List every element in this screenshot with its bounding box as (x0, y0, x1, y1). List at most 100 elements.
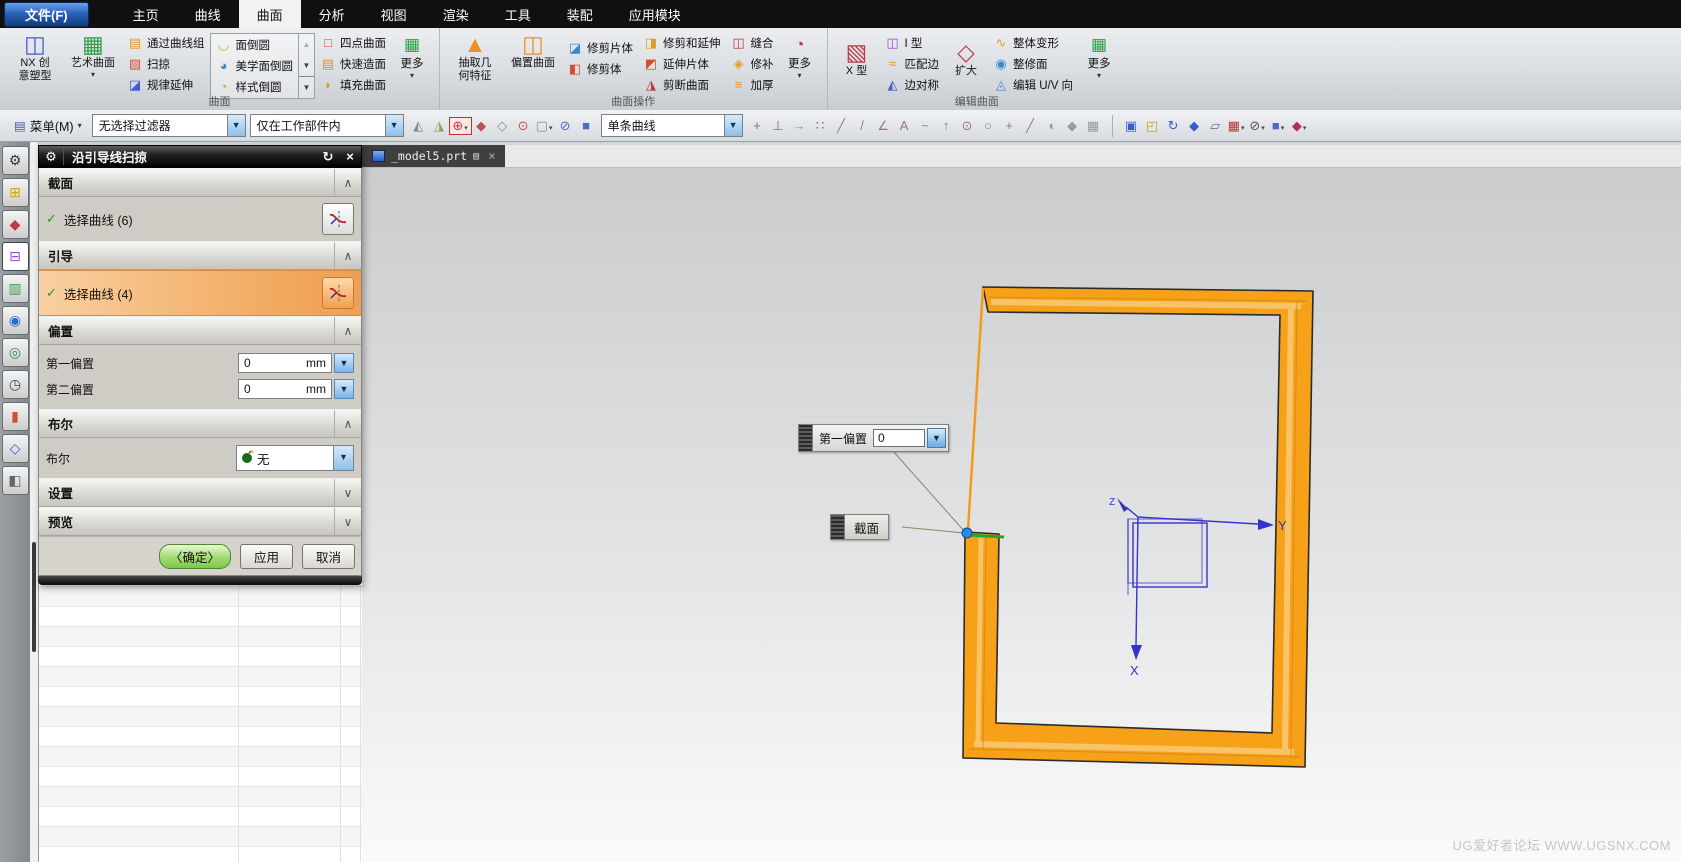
wireframe-icon[interactable]: ▱ (1205, 118, 1226, 134)
refit-face-button[interactable]: ◉ 整修面 (988, 53, 1078, 74)
tab-application[interactable]: 应用模块 (611, 0, 699, 28)
boolean-dropdown[interactable]: 无 ▼ (236, 445, 354, 471)
dialog-reset-icon[interactable]: ↻ (317, 149, 339, 165)
table-row[interactable] (39, 587, 363, 607)
system-materials-icon[interactable]: ▮ (1, 402, 29, 431)
extend-sheet-button[interactable]: ◩ 延伸片体 (638, 53, 726, 74)
snap-point-icon[interactable]: ⊕▾ (448, 116, 472, 135)
apply-button[interactable]: 应用 (239, 543, 293, 569)
section-tag[interactable]: 截面 (830, 514, 890, 540)
dialog-titlebar[interactable]: ⚙ 沿引导线扫掠 ↻ × (38, 145, 362, 168)
scrollbar-thumb[interactable] (32, 542, 36, 652)
edit-uv-button[interactable]: ◬ 编辑 U/V 向 (988, 74, 1078, 95)
fit-view-icon[interactable]: ▣ (1121, 118, 1142, 134)
preview-header[interactable]: 预览 ∨ (39, 507, 361, 536)
expand-chevron-icon[interactable]: ∨ (334, 508, 361, 535)
compass-icon[interactable]: ⊘ (555, 118, 576, 134)
law-extension-button[interactable]: ◪ 规律延伸 (122, 74, 210, 95)
settings-header[interactable]: 设置 ∨ (39, 478, 361, 507)
layout-icon[interactable]: ▦▾ (1226, 118, 1247, 134)
guide-curve[interactable] (966, 287, 985, 531)
curve-select-button[interactable] (322, 277, 354, 309)
web-browser-icon[interactable]: ◎ (1, 338, 29, 367)
dropdown-button-icon[interactable]: ▼ (384, 115, 403, 136)
shaded-icon[interactable]: ■▾ (1268, 118, 1289, 133)
patch-button[interactable]: ◈ 修补 (726, 53, 779, 74)
table-row[interactable] (39, 727, 363, 747)
studio-surface-button[interactable]: ▦ 艺术曲面 ▾ (64, 29, 122, 79)
table-row[interactable] (39, 627, 363, 647)
solid-cube-icon[interactable]: ■ (576, 118, 597, 133)
menu-button[interactable]: ▤ 菜单(M) ▾ (8, 114, 88, 137)
offset-widget-input[interactable]: 0 (873, 429, 926, 447)
sew-button[interactable]: ◫ 缝合 (726, 32, 779, 53)
tab-render[interactable]: 渲染 (425, 0, 487, 28)
hd3d-tools-icon[interactable]: ◉ (1, 306, 29, 335)
snap-corner-icon[interactable]: ∠ (873, 118, 894, 134)
show-hide-icon[interactable]: ◭ (408, 118, 429, 134)
section-header[interactable]: 截面 ∧ (39, 168, 361, 197)
match-edge-button[interactable]: ≈ 匹配边 (880, 53, 945, 74)
gear-icon[interactable]: ⚙ (1, 146, 29, 175)
table-row[interactable] (39, 807, 363, 827)
extract-geometry-button[interactable]: ▲ 抽取几 何特征 (446, 29, 504, 83)
face-blend-button[interactable]: ◡ 面倒圆 (211, 34, 299, 55)
rotate-view-icon[interactable]: ↻ (1163, 118, 1184, 134)
ok-button[interactable]: 〈 确定 〉 (158, 543, 231, 569)
snap-segment-icon[interactable]: / (852, 118, 873, 133)
snap-grid2-icon[interactable]: ▦ (1083, 118, 1104, 134)
process-studio-icon[interactable]: ◇ (1, 434, 29, 463)
collapse-chevron-icon[interactable]: ∧ (334, 410, 361, 437)
tab-home[interactable]: 主页 (115, 0, 177, 28)
table-row[interactable] (39, 827, 363, 847)
drag-handle-icon[interactable] (831, 515, 845, 539)
circle-center-icon[interactable]: ⊙ (513, 118, 534, 134)
collapse-chevron-icon[interactable]: ∧ (334, 242, 361, 269)
snap-circle-icon[interactable]: ○ (978, 118, 999, 133)
render-style-icon[interactable]: ⊘▾ (1247, 118, 1268, 134)
offset-header[interactable]: 偏置 ∧ (39, 316, 361, 345)
nx-realize-shape-button[interactable]: ◫ NX 创 意塑型 (6, 29, 64, 83)
constraint-navigator-icon[interactable]: ◆ (1, 210, 29, 239)
collapse-chevron-icon[interactable]: ∧ (334, 169, 361, 196)
table-row[interactable] (39, 847, 363, 862)
selection-box-icon[interactable]: ▢▾ (534, 118, 555, 134)
cancel-button[interactable]: 取消 (301, 543, 355, 569)
guide-start-point[interactable] (961, 527, 973, 539)
surface-more-button[interactable]: ▦ 更多 ▾ (391, 29, 433, 80)
tab-tools[interactable]: 工具 (487, 0, 549, 28)
snap-pole-icon[interactable]: ↑ (936, 118, 957, 133)
tab-curve[interactable]: 曲线 (177, 0, 239, 28)
snap-diamond-icon[interactable]: ◆ (1062, 118, 1083, 134)
selection-filter-dropdown[interactable]: 无选择过滤器 ▼ (91, 114, 246, 137)
i-form-button[interactable]: ◫ I 型 (880, 32, 945, 53)
expand-chevron-icon[interactable]: ∨ (334, 479, 361, 506)
edit-surface-more-button[interactable]: ▦ 更多 ▾ (1078, 29, 1120, 80)
first-offset-field[interactable]: 0 mm (238, 353, 332, 373)
point-dialog-icon[interactable]: ◆ (471, 118, 492, 134)
curve-rule-dropdown[interactable]: 单条曲线 ▼ (600, 114, 743, 137)
curve-select-button[interactable] (322, 203, 354, 235)
guide-select-curve-row[interactable]: ✓ 选择曲线 (4) (39, 270, 361, 316)
second-offset-field[interactable]: 0 mm (238, 379, 332, 399)
guide-header[interactable]: 引导 ∧ (39, 241, 361, 270)
snap-grid-icon[interactable]: ∷ (810, 118, 831, 134)
snap-slash-icon[interactable]: ╱ (1020, 118, 1041, 134)
pan-view-icon[interactable]: ◆ (1184, 118, 1205, 134)
trim-sheet-button[interactable]: ◪ 修剪片体 (562, 37, 638, 58)
roles-icon[interactable]: ◧ (1, 466, 29, 495)
thicken-button[interactable]: ≡ 加厚 (726, 74, 779, 95)
dialog-close-icon[interactable]: × (339, 149, 361, 164)
zoom-box-icon[interactable]: ◰ (1142, 118, 1163, 134)
dialog-options-icon[interactable]: ⚙ (39, 148, 64, 165)
history-icon[interactable]: ◷ (1, 370, 29, 399)
table-row[interactable] (39, 787, 363, 807)
trim-and-extend-button[interactable]: ◨ 修剪和延伸 (638, 32, 726, 53)
snap-plus-icon[interactable]: + (999, 118, 1020, 133)
four-point-surface-button[interactable]: □ 四点曲面 (315, 32, 391, 53)
offset-widget-options-icon[interactable]: ▼ (927, 428, 947, 448)
trim-body-button[interactable]: ◧ 修剪体 (562, 58, 638, 79)
tab-view[interactable]: 视图 (363, 0, 425, 28)
part-navigator-icon[interactable]: ⊟ (1, 242, 29, 271)
section-curve-highlight[interactable] (966, 533, 1005, 539)
